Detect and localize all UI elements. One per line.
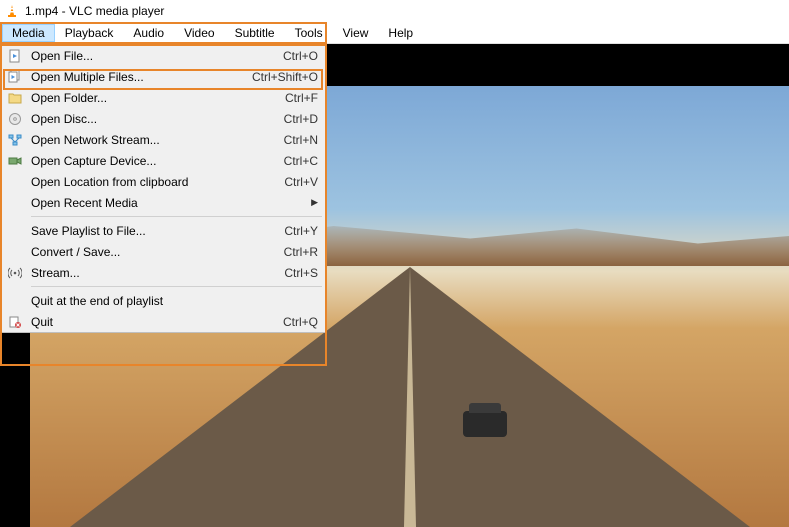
menu-shortcut: Ctrl+V — [284, 175, 318, 189]
menu-label: Convert / Save... — [25, 245, 284, 259]
vlc-cone-icon — [5, 4, 19, 18]
menu-shortcut: Ctrl+C — [284, 154, 318, 168]
menu-open-network[interactable]: Open Network Stream... Ctrl+N — [1, 129, 326, 150]
menu-shortcut: Ctrl+D — [284, 112, 318, 126]
menu-open-folder[interactable]: Open Folder... Ctrl+F — [1, 87, 326, 108]
menubar-playback[interactable]: Playback — [55, 24, 124, 42]
menu-shortcut: Ctrl+Shift+O — [252, 70, 318, 84]
menu-save-playlist[interactable]: Save Playlist to File... Ctrl+Y — [1, 220, 326, 241]
menubar-audio[interactable]: Audio — [123, 24, 174, 42]
menu-open-multiple[interactable]: Open Multiple Files... Ctrl+Shift+O — [1, 66, 326, 87]
capture-icon — [5, 154, 25, 168]
menu-label: Quit — [25, 315, 283, 329]
menu-shortcut: Ctrl+Q — [283, 315, 318, 329]
menu-quit[interactable]: Quit Ctrl+Q — [1, 311, 326, 332]
menu-separator — [31, 216, 322, 217]
titlebar: 1.mp4 - VLC media player — [0, 0, 789, 22]
menu-label: Open Disc... — [25, 112, 284, 126]
menu-shortcut: Ctrl+N — [284, 133, 318, 147]
menu-shortcut: Ctrl+O — [283, 49, 318, 63]
window-title: 1.mp4 - VLC media player — [25, 4, 164, 18]
menu-open-capture[interactable]: Open Capture Device... Ctrl+C — [1, 150, 326, 171]
menu-convert[interactable]: Convert / Save... Ctrl+R — [1, 241, 326, 262]
menu-label: Open File... — [25, 49, 283, 63]
menu-shortcut: Ctrl+Y — [284, 224, 318, 238]
quit-icon — [5, 315, 25, 329]
menu-label: Open Location from clipboard — [25, 175, 284, 189]
files-play-icon — [5, 70, 25, 84]
disc-icon — [5, 112, 25, 126]
menu-label: Save Playlist to File... — [25, 224, 284, 238]
menu-shortcut: Ctrl+S — [284, 266, 318, 280]
folder-icon — [5, 91, 25, 105]
menu-label: Open Capture Device... — [25, 154, 284, 168]
menu-open-recent[interactable]: Open Recent Media ▶ — [1, 192, 326, 213]
menu-separator — [31, 286, 322, 287]
submenu-arrow-icon: ▶ — [311, 197, 318, 208]
menu-open-file[interactable]: Open File... Ctrl+O — [1, 45, 326, 66]
menu-label: Open Network Stream... — [25, 133, 284, 147]
menubar-subtitle[interactable]: Subtitle — [225, 24, 285, 42]
menu-stream[interactable]: Stream... Ctrl+S — [1, 262, 326, 283]
menu-quit-end[interactable]: Quit at the end of playlist — [1, 290, 326, 311]
menubar-view[interactable]: View — [333, 24, 379, 42]
menubar-media[interactable]: Media — [2, 24, 55, 42]
menubar-help[interactable]: Help — [378, 24, 423, 42]
media-dropdown: Open File... Ctrl+O Open Multiple Files.… — [0, 44, 327, 333]
menu-shortcut: Ctrl+F — [285, 91, 318, 105]
menu-open-disc[interactable]: Open Disc... Ctrl+D — [1, 108, 326, 129]
menu-shortcut: Ctrl+R — [284, 245, 318, 259]
network-icon — [5, 133, 25, 147]
file-play-icon — [5, 49, 25, 63]
stream-icon — [5, 266, 25, 280]
menu-open-clipboard[interactable]: Open Location from clipboard Ctrl+V — [1, 171, 326, 192]
menubar-tools[interactable]: Tools — [285, 24, 333, 42]
menubar: Media Playback Audio Video Subtitle Tool… — [0, 22, 789, 44]
menu-label: Open Recent Media — [25, 196, 311, 210]
menu-label: Open Multiple Files... — [25, 70, 252, 84]
menubar-video[interactable]: Video — [174, 24, 224, 42]
menu-label: Quit at the end of playlist — [25, 294, 318, 308]
menu-label: Stream... — [25, 266, 284, 280]
menu-label: Open Folder... — [25, 91, 285, 105]
